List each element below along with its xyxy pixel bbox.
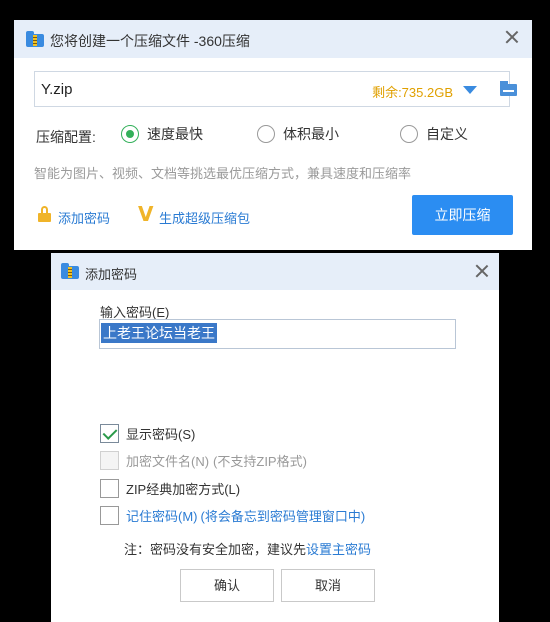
radio-selected-icon	[121, 125, 139, 143]
checkbox-checked-icon	[100, 424, 119, 443]
password-input[interactable]: 上老王论坛当老王	[99, 319, 456, 349]
checkbox-disabled-icon	[100, 451, 119, 470]
lock-icon	[38, 206, 51, 222]
close-icon[interactable]	[475, 264, 489, 278]
checkbox-empty-icon	[100, 479, 119, 498]
close-icon[interactable]	[505, 30, 519, 44]
title-bar: 您将创建一个压缩文件 -360压缩	[14, 20, 532, 58]
remember-password-hint: (将会备忘到密码管理窗口中)	[200, 509, 366, 524]
confirm-button[interactable]: 确认	[180, 569, 274, 602]
security-note: 注：密码没有安全加密，建议先设置主密码	[124, 539, 371, 558]
super-package-link[interactable]: 生成超级压缩包	[159, 208, 250, 227]
add-password-link[interactable]: 添加密码	[58, 208, 110, 227]
checkbox-empty-icon	[100, 506, 119, 525]
encrypt-filenames-hint: (不支持ZIP格式)	[213, 454, 307, 469]
browse-folder-button[interactable]	[498, 77, 520, 99]
radio-fastest[interactable]: 速度最快	[121, 124, 203, 144]
zip-classic-encryption-label: ZIP经典加密方式(L)	[126, 482, 241, 497]
archive-app-icon	[61, 263, 79, 279]
add-password-dialog: 添加密码 输入密码(E) 上老王论坛当老王 显示密码(S) 加密文件名(N) (…	[51, 253, 499, 622]
encrypt-filenames-checkbox: 加密文件名(N) (不支持ZIP格式)	[100, 451, 307, 470]
free-space-label: 剩余:735.2GB	[372, 85, 453, 100]
radio-empty-icon	[400, 125, 418, 143]
chevron-down-icon[interactable]	[463, 86, 477, 94]
radio-smallest[interactable]: 体积最小	[257, 124, 339, 144]
config-description: 智能为图片、视频、文档等挑选最优压缩方式，兼具速度和压缩率	[34, 166, 412, 181]
vip-v-icon: V	[138, 202, 154, 226]
archive-file-name[interactable]: Y.zip	[41, 81, 72, 98]
archive-path-field[interactable]: Y.zip 剩余:735.2GB	[34, 71, 510, 107]
window-title: 您将创建一个压缩文件 -360压缩	[50, 33, 250, 49]
remember-password-label: 记住密码(M)	[126, 509, 198, 524]
compress-config-label: 压缩配置:	[36, 129, 96, 145]
radio-fastest-label: 速度最快	[147, 126, 203, 142]
encrypt-filenames-label: 加密文件名(N)	[126, 454, 210, 469]
radio-custom-label: 自定义	[426, 126, 468, 142]
password-input-value[interactable]: 上老王论坛当老王	[101, 323, 217, 343]
compress-now-button[interactable]: 立即压缩	[412, 195, 513, 235]
set-master-password-link[interactable]: 设置主密码	[306, 542, 371, 557]
archive-app-icon	[26, 31, 44, 47]
cancel-button[interactable]: 取消	[281, 569, 375, 602]
security-note-text: 注：密码没有安全加密，建议先	[124, 542, 307, 557]
radio-smallest-label: 体积最小	[283, 126, 339, 142]
radio-custom[interactable]: 自定义	[400, 124, 468, 144]
show-password-label: 显示密码(S)	[126, 427, 196, 442]
dialog-title-bar: 添加密码	[51, 253, 499, 290]
compress-window: 您将创建一个压缩文件 -360压缩 Y.zip 剩余:735.2GB 压缩配置:…	[14, 20, 532, 250]
zip-classic-encryption-checkbox[interactable]: ZIP经典加密方式(L)	[100, 479, 240, 498]
radio-empty-icon	[257, 125, 275, 143]
show-password-checkbox[interactable]: 显示密码(S)	[100, 424, 195, 443]
remember-password-checkbox[interactable]: 记住密码(M) (将会备忘到密码管理窗口中)	[100, 506, 365, 525]
dialog-title: 添加密码	[85, 267, 138, 282]
